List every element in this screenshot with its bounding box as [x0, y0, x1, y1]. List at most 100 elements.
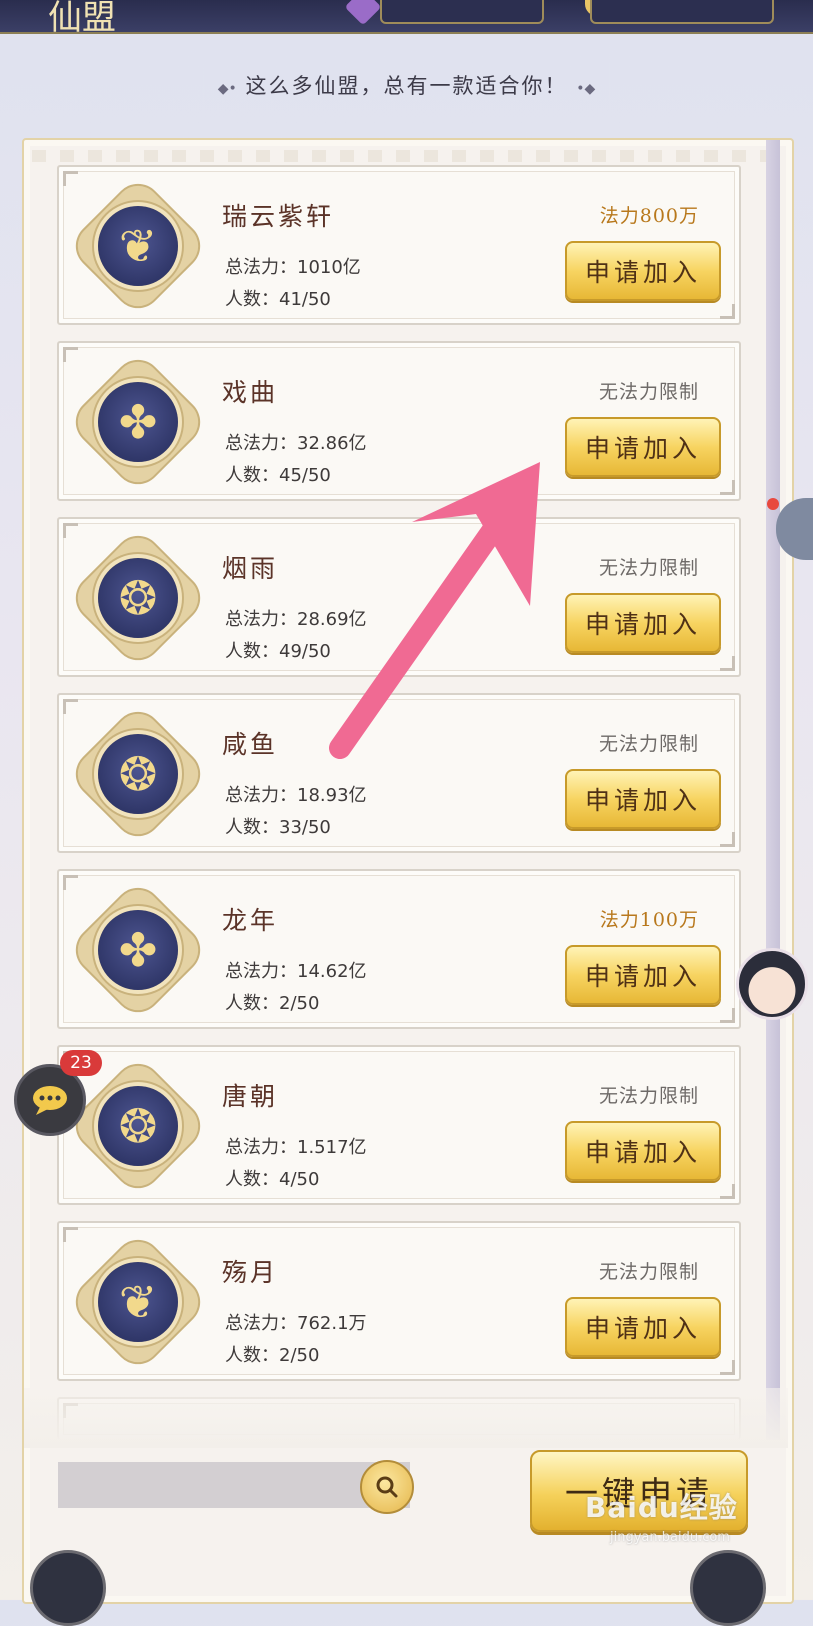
watermark-brand: Baidu经验: [585, 1491, 738, 1524]
power-label: 总法力：: [225, 1313, 297, 1334]
guild-card[interactable]: ✤ 戏曲 总法力：32.86亿 人数：45/50 无法力限制 申请加入: [57, 341, 741, 501]
power-label: 总法力：: [225, 609, 297, 630]
guild-name: 瑞云紫轩: [222, 202, 335, 231]
members-value: 45/50: [279, 465, 331, 486]
guild-name: 龙年: [222, 906, 279, 935]
guild-total-power: 总法力：1010亿: [225, 253, 361, 279]
members-value: 41/50: [279, 289, 331, 310]
dragon-emblem-icon: ✤: [98, 910, 178, 990]
members-label: 人数：: [225, 465, 279, 486]
card-corner-ornament: [720, 1360, 735, 1375]
top-bar: 仙盟: [0, 0, 813, 38]
power-value: 1010亿: [297, 257, 361, 278]
join-guild-button[interactable]: 申请加入: [565, 593, 721, 653]
members-value: 2/50: [279, 993, 320, 1014]
card-corner-ornament: [63, 347, 78, 362]
page-title: 仙盟: [48, 0, 116, 38]
members-label: 人数：: [225, 641, 279, 662]
assistant-avatar[interactable]: [736, 948, 808, 1020]
members-value: 33/50: [279, 817, 331, 838]
members-value: 49/50: [279, 641, 331, 662]
bottom-right-nav-button[interactable]: [690, 1550, 766, 1626]
power-value: 18.93亿: [297, 785, 367, 806]
search-icon: [376, 1476, 398, 1498]
guild-member-count: 人数：45/50: [225, 461, 331, 487]
guild-card[interactable]: ❦ 瑞云紫轩 总法力：1010亿 人数：41/50 法力800万 申请加入: [57, 165, 741, 325]
ornament-left: ◆•: [217, 81, 237, 97]
card-corner-ornament: [720, 832, 735, 847]
power-requirement: 法力100万: [599, 909, 699, 931]
guild-card[interactable]: ❂ 烟雨 总法力：28.69亿 人数：49/50 无法力限制 申请加入: [57, 517, 741, 677]
members-label: 人数：: [225, 1169, 279, 1190]
guild-list[interactable]: ❦ 瑞云紫轩 总法力：1010亿 人数：41/50 法力800万 申请加入 ✤ …: [57, 165, 741, 1455]
dragon-emblem-icon: ✤: [98, 382, 178, 462]
power-label: 总法力：: [225, 785, 297, 806]
search-button[interactable]: [360, 1460, 414, 1514]
crane-emblem-icon: ❂: [98, 734, 178, 814]
card-corner-ornament: [720, 304, 735, 319]
bottom-left-nav-button[interactable]: [30, 1550, 106, 1626]
guild-total-power: 总法力：18.93亿: [225, 781, 367, 807]
chat-badge: 23: [60, 1050, 102, 1076]
power-requirement: 无法力限制: [598, 733, 699, 755]
guild-emblem: ❂: [68, 1056, 208, 1196]
power-label: 总法力：: [225, 257, 297, 278]
join-guild-button[interactable]: 申请加入: [565, 945, 721, 1005]
search-input[interactable]: [58, 1462, 410, 1508]
crane-emblem-icon: ❂: [98, 558, 178, 638]
join-guild-button[interactable]: 申请加入: [565, 1297, 721, 1357]
guild-card[interactable]: ✤ 龙年 总法力：14.62亿 人数：2/50 法力100万 申请加入: [57, 869, 741, 1029]
guild-member-count: 人数：2/50: [225, 1341, 319, 1367]
power-label: 总法力：: [225, 433, 297, 454]
guild-name: 唐朝: [222, 1082, 279, 1111]
power-value: 14.62亿: [297, 961, 367, 982]
chat-bubble-icon: [33, 1086, 67, 1115]
members-label: 人数：: [225, 1345, 279, 1366]
card-corner-ornament: [720, 1008, 735, 1023]
card-corner-ornament: [63, 699, 78, 714]
guild-card[interactable]: ❂ 咸鱼 总法力：18.93亿 人数：33/50 无法力限制 申请加入: [57, 693, 741, 853]
guild-member-count: 人数：33/50: [225, 813, 331, 839]
join-guild-button[interactable]: 申请加入: [565, 1121, 721, 1181]
join-guild-button[interactable]: 申请加入: [565, 417, 721, 477]
power-value: 1.517亿: [297, 1137, 367, 1158]
guild-emblem: ✤: [68, 352, 208, 492]
ornament-right: •◆: [576, 81, 596, 97]
crane-emblem-icon: ❂: [98, 1086, 178, 1166]
guild-emblem: ❦: [68, 1232, 208, 1372]
card-corner-ornament: [63, 1227, 78, 1242]
guild-total-power: 总法力：762.1万: [225, 1309, 367, 1335]
guild-card[interactable]: ❦ 殇月 总法力：762.1万 人数：2/50 无法力限制 申请加入: [57, 1221, 741, 1381]
currency-slot-1[interactable]: [380, 0, 544, 24]
card-corner-ornament: [63, 171, 78, 186]
guild-total-power: 总法力：1.517亿: [225, 1133, 367, 1159]
phoenix-emblem-icon: ❦: [98, 206, 178, 286]
power-requirement: 无法力限制: [598, 1085, 699, 1107]
guild-card[interactable]: ❂ 唐朝 总法力：1.517亿 人数：4/50 无法力限制 申请加入: [57, 1045, 741, 1205]
members-value: 2/50: [279, 1345, 320, 1366]
watermark-url: jingyan.baidu.com: [610, 1530, 730, 1545]
guild-emblem: ❂: [68, 528, 208, 668]
join-guild-button[interactable]: 申请加入: [565, 241, 721, 301]
members-label: 人数：: [225, 289, 279, 310]
guild-member-count: 人数：4/50: [225, 1165, 319, 1191]
guild-member-count: 人数：2/50: [225, 989, 319, 1015]
crossed-swords-icon[interactable]: [344, 0, 382, 26]
phoenix-emblem-icon: ❦: [98, 1262, 178, 1342]
guild-total-power: 总法力：14.62亿: [225, 957, 367, 983]
panel-right-border: [766, 140, 780, 1440]
guild-total-power: 总法力：28.69亿: [225, 605, 367, 631]
power-value: 28.69亿: [297, 609, 367, 630]
power-requirement: 无法力限制: [598, 381, 699, 403]
guild-member-count: 人数：49/50: [225, 637, 331, 663]
card-corner-ornament: [720, 480, 735, 495]
join-guild-button[interactable]: 申请加入: [565, 769, 721, 829]
currency-slot-2[interactable]: [590, 0, 774, 24]
card-corner-ornament: [720, 656, 735, 671]
guild-emblem: ✤: [68, 880, 208, 1020]
power-label: 总法力：: [225, 961, 297, 982]
guild-emblem: ❦: [68, 176, 208, 316]
members-value: 4/50: [279, 1169, 320, 1190]
power-requirement: 无法力限制: [598, 1261, 699, 1283]
power-value: 762.1万: [297, 1313, 367, 1334]
